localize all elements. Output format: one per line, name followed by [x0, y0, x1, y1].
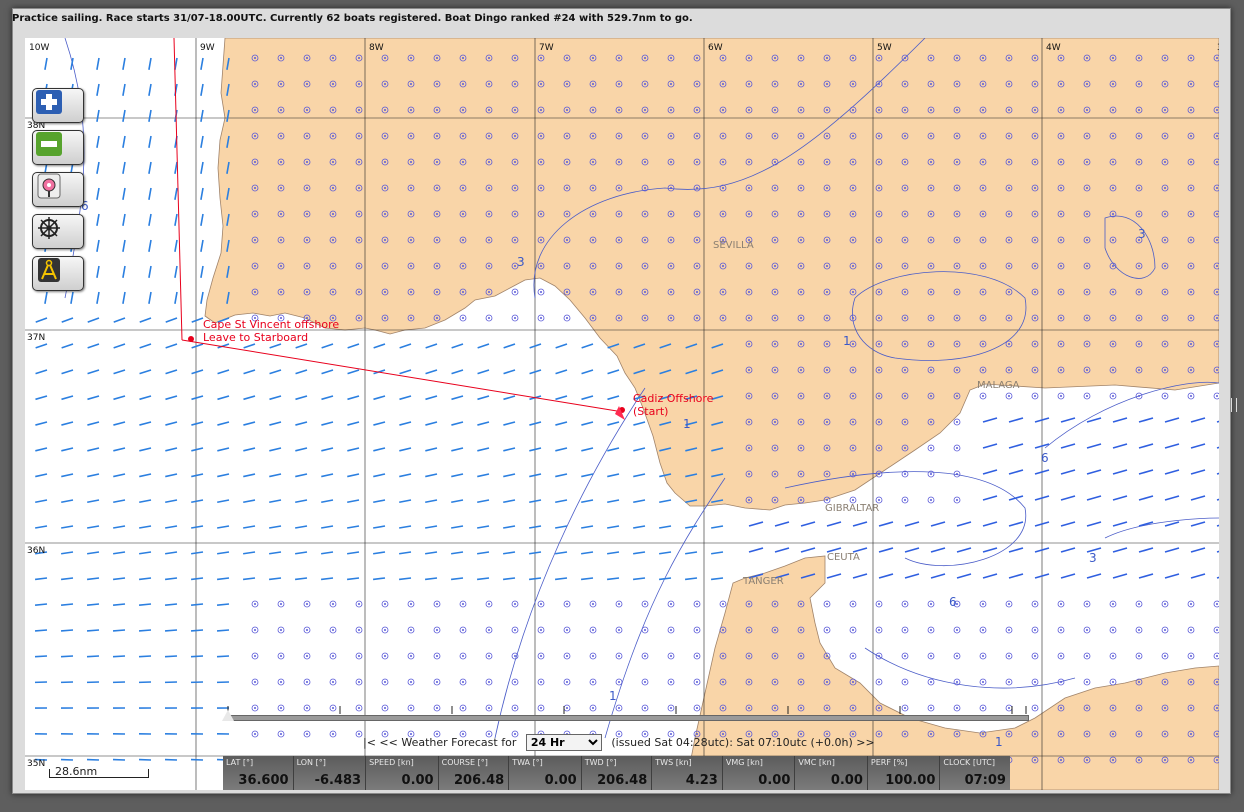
lon-label: 8W: [369, 43, 384, 53]
contour-label: 1: [683, 417, 691, 431]
zoom-in-button[interactable]: [32, 88, 84, 123]
lon-label: 6W: [708, 43, 723, 53]
forecast-prev-button[interactable]: |< <<: [363, 736, 398, 749]
stat-course: COURSE [°] 206.48: [438, 756, 510, 790]
stat-lat: LAT [°] 36.600: [223, 756, 294, 790]
place-tanger: TANGER: [742, 576, 784, 587]
forecast-issued: (issued Sat 04:28utc): Sat 07:10utc: [611, 736, 807, 749]
contour-label: 6: [949, 595, 957, 609]
forecast-next-button[interactable]: >>: [856, 736, 874, 749]
contour-label: 1: [995, 735, 1003, 749]
land: [204, 38, 1219, 790]
forecast-bar: |< << Weather Forecast for 24 Hr (issued…: [363, 734, 983, 752]
cape-st-vincent-mark[interactable]: [188, 336, 194, 342]
contour-label: 3: [1138, 227, 1146, 241]
forecast-offset: (+0.0h): [810, 736, 853, 749]
lat-label: 37N: [27, 333, 45, 343]
helm-icon: [38, 217, 60, 239]
zoom-out-button[interactable]: [32, 130, 84, 165]
map-scale: 28.6nm: [49, 765, 149, 781]
helm-button[interactable]: [32, 214, 84, 249]
compass-divider-icon: [38, 258, 60, 282]
place-sevilla: SEVILLA: [713, 240, 754, 251]
place-ceuta: CEUTA: [827, 552, 860, 563]
stat-twa: TWA [°] 0.00: [509, 756, 582, 790]
window-resize-handle[interactable]: [1231, 398, 1237, 412]
race-status-text: Practice sailing. Race starts 31/07-18.0…: [12, 13, 693, 24]
place-malaga: MALAGA: [977, 380, 1020, 391]
lon-label: 3W: [1217, 43, 1219, 53]
stat-clock: CLOCK [UTC] 07:09: [940, 756, 1010, 790]
lat-label: 35N: [27, 759, 45, 769]
stat-lon: LON [°] -6.483: [293, 756, 367, 790]
cadiz-mark-sublabel: (Start): [633, 405, 668, 418]
measure-button[interactable]: [32, 256, 84, 291]
stat-speed: SPEED [kn] 0.00: [366, 756, 439, 790]
center-boat-button[interactable]: [32, 172, 84, 207]
stat-tws: TWS [kn] 4.23: [652, 756, 723, 790]
stat-vmc: VMC [kn] 0.00: [795, 756, 868, 790]
contour-label: 1: [609, 689, 617, 703]
lon-label: 7W: [539, 43, 554, 53]
timeline-ticks: [227, 706, 1027, 714]
cape-mark-label: Cape St Vincent offshore: [203, 318, 339, 331]
contour-label: 3: [1089, 551, 1097, 565]
forecast-select[interactable]: 24 Hr: [525, 734, 602, 751]
timeline-slider-thumb[interactable]: [222, 710, 234, 721]
lon-label: 9W: [200, 43, 215, 53]
forecast-label: Weather Forecast for: [401, 736, 517, 749]
stat-vmg: VMG [kn] 0.00: [722, 756, 796, 790]
zoom-in-icon: [36, 90, 62, 114]
scale-label: 28.6nm: [55, 765, 98, 778]
timeline-track[interactable]: [227, 715, 1029, 721]
boat-stats-bar: LAT [°] 36.600 LON [°] -6.483 SPEED [kn] 0.…: [223, 756, 1010, 790]
zoom-out-icon: [36, 132, 62, 156]
forecast-timeline[interactable]: [222, 704, 1032, 724]
cape-mark-sublabel: Leave to Starboard: [203, 331, 308, 344]
boat-center-icon: [37, 173, 61, 199]
weather-map[interactable]: 10W9W8W7W6W5W4W3W38N37N36N35N SEVILLA MA…: [25, 38, 1219, 790]
map-canvas[interactable]: 10W9W8W7W6W5W4W3W38N37N36N35N SEVILLA MA…: [25, 38, 1219, 790]
cadiz-mark-label: Cadiz Offshore: [633, 392, 714, 405]
contour-label: 3: [517, 255, 525, 269]
lat-label: 36N: [27, 546, 45, 556]
stat-perf: PERF [%] 100.00: [867, 756, 941, 790]
contour-label: 1: [843, 334, 851, 348]
place-gibraltar: GIBRALTAR: [825, 503, 879, 514]
lon-label: 5W: [877, 43, 892, 53]
lon-label: 10W: [29, 43, 49, 53]
contour-label: 6: [1041, 451, 1049, 465]
lon-label: 4W: [1046, 43, 1061, 53]
stat-twd: TWD [°] 206.48: [581, 756, 653, 790]
